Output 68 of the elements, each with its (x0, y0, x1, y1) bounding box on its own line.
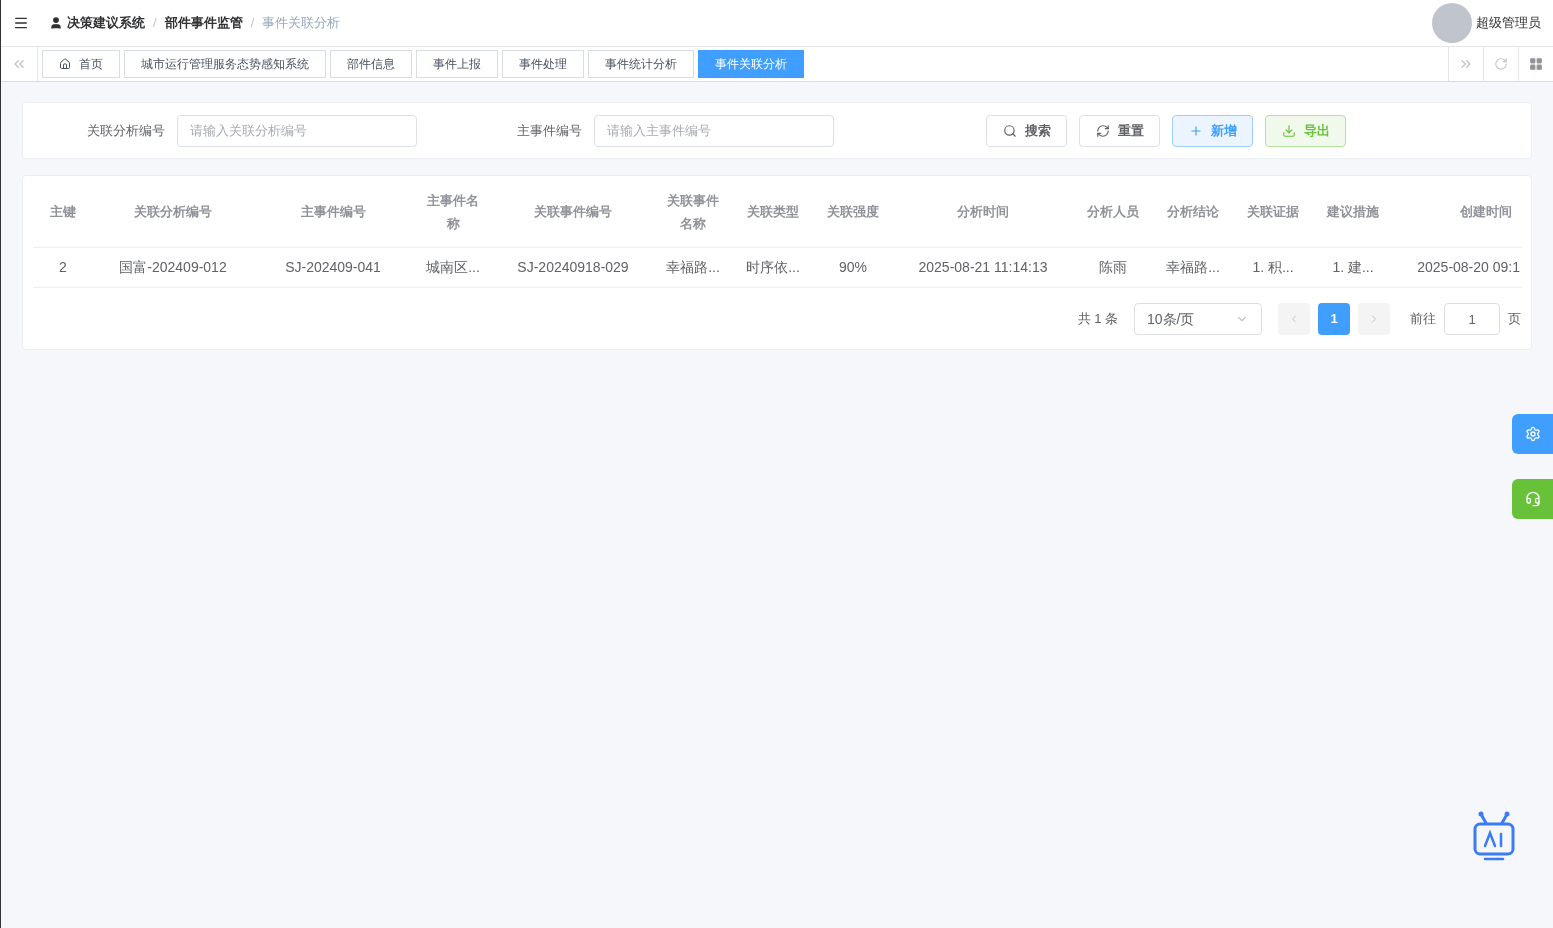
settings-icon (1524, 426, 1541, 442)
total-count: 共 1 条 (1077, 310, 1118, 329)
tab[interactable]: 事件处理 (502, 50, 584, 78)
refresh-icon[interactable] (1494, 57, 1508, 71)
input-field[interactable]: 请输入关联分析编号 (177, 114, 417, 147)
download-icon (1281, 123, 1296, 138)
filter-label: 主事件编号 (517, 121, 582, 140)
tab[interactable]: 首页 (42, 50, 120, 78)
home-icon (59, 58, 71, 70)
page-size-select[interactable]: 10条/页 (1134, 303, 1262, 335)
robot-tv-icon[interactable] (1473, 810, 1515, 862)
user-name[interactable]: 超级管理员 (1476, 13, 1541, 33)
column-header: 分析结论 (1167, 203, 1219, 221)
support-button[interactable] (1512, 479, 1553, 519)
column-header: 创建时间 (1460, 203, 1512, 221)
settings-button[interactable] (1512, 414, 1553, 454)
column-header: 主事件名称 (426, 191, 480, 233)
filter-label: 关联分析编号 (87, 121, 165, 140)
table-cell-text: SJ-202409-041 (285, 258, 381, 277)
table-cell-text: 2025-08-21 11:14:13 (918, 258, 1048, 277)
table-cell-text: 幸福路... (666, 258, 720, 277)
search-icon (1002, 123, 1017, 138)
breadcrumb-separator: / (153, 14, 157, 33)
table-cell-text: 2025-08-20 09:1 (1417, 258, 1520, 277)
tab[interactable]: 事件上报 (416, 50, 498, 78)
breadcrumb-item[interactable]: 部件事件监管 (164, 13, 243, 33)
table-cell-text: SJ-20240918-029 (517, 258, 629, 277)
column-header: 关联事件名称 (666, 191, 720, 233)
input-field[interactable]: 请输入主事件编号 (594, 114, 834, 147)
user-icon (49, 16, 63, 30)
action-button[interactable]: 重置 (1079, 114, 1160, 147)
action-button[interactable]: 搜索 (986, 114, 1067, 147)
goto-label: 前往 (1410, 310, 1436, 329)
table-cell-text: 时序依... (746, 258, 800, 277)
column-header: 关联类型 (747, 203, 799, 221)
table-cell-text: 陈雨 (1099, 258, 1127, 277)
headset-icon (1524, 491, 1541, 507)
column-header: 关联证据 (1247, 203, 1299, 221)
table-cell-text: 国富-202409-012 (119, 258, 227, 277)
next-page-button[interactable] (1358, 303, 1390, 335)
column-header: 关联强度 (827, 203, 879, 221)
column-header: 主键 (50, 203, 76, 221)
table-cell-text: 2 (59, 258, 67, 277)
refresh-icon (1095, 123, 1110, 138)
table-cell-text: 90% (839, 258, 867, 277)
menu-icon[interactable] (13, 15, 29, 31)
table-cell-text: 城南区... (426, 258, 480, 277)
column-header: 关联事件编号 (534, 203, 612, 221)
page-input[interactable]: 1 (1444, 303, 1500, 335)
column-header: 建议措施 (1327, 203, 1379, 221)
column-header: 主事件编号 (300, 203, 366, 221)
breadcrumb-item[interactable]: 决策建议系统 (67, 13, 145, 33)
breadcrumb-item: 事件关联分析 (262, 14, 341, 33)
tab[interactable]: 事件统计分析 (588, 50, 694, 78)
plus-icon (1188, 123, 1203, 138)
tab[interactable]: 城市运行管理服务态势感知系统 (124, 50, 326, 78)
avatar[interactable] (1432, 3, 1472, 43)
grid-icon[interactable] (1529, 57, 1543, 71)
prev-page-button[interactable] (1278, 303, 1310, 335)
column-header: 分析时间 (957, 203, 1009, 221)
breadcrumb-separator: / (250, 14, 255, 33)
table-cell-text: 1. 建... (1332, 258, 1374, 277)
page-suffix: 页 (1508, 310, 1521, 329)
column-header: 关联分析编号 (134, 203, 212, 221)
table-cell-text: 1. 积... (1252, 258, 1294, 277)
tab[interactable]: 部件信息 (330, 50, 412, 78)
table-cell-text: 幸福路... (1166, 258, 1220, 277)
column-header: 分析人员 (1087, 203, 1139, 221)
